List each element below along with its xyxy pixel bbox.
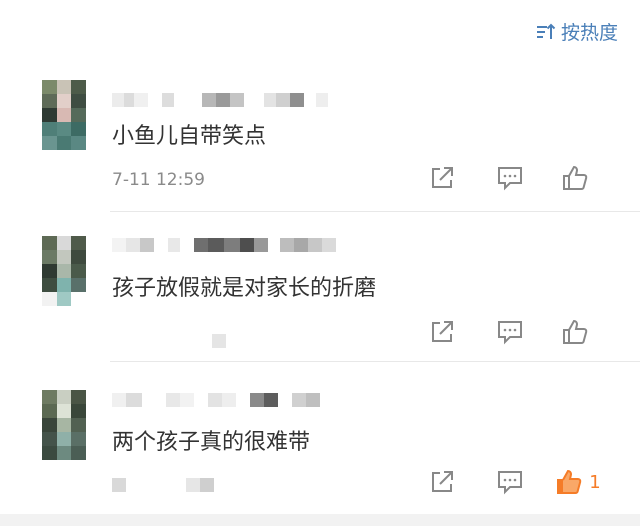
username-blurred[interactable]	[112, 393, 320, 407]
divider	[110, 361, 640, 362]
comment-actions	[408, 164, 612, 192]
comment-text: 两个孩子真的很难带	[112, 430, 311, 455]
share-button[interactable]	[408, 165, 476, 191]
comment-actions	[408, 318, 612, 346]
reply-icon	[498, 167, 522, 191]
share-icon	[432, 167, 453, 188]
sort-label: 按热度	[560, 22, 618, 44]
bottom-bar	[0, 514, 640, 526]
like-icon	[563, 319, 588, 344]
username-blurred[interactable]	[112, 93, 328, 107]
share-button[interactable]	[408, 469, 476, 495]
divider	[110, 211, 640, 212]
like-button[interactable]: 1	[544, 468, 612, 496]
like-button[interactable]	[544, 318, 612, 346]
avatar[interactable]	[42, 80, 86, 150]
reply-button[interactable]	[476, 165, 544, 191]
comment-time: 7-11 12:59	[112, 170, 205, 190]
reply-button[interactable]	[476, 469, 544, 495]
share-icon	[432, 471, 453, 492]
share-icon	[432, 321, 453, 342]
share-button[interactable]	[408, 319, 476, 345]
like-button[interactable]	[544, 164, 612, 192]
comment-text: 孩子放假就是对家长的折磨	[112, 276, 377, 301]
avatar[interactable]	[42, 390, 86, 460]
like-icon	[563, 165, 588, 190]
reply-icon	[498, 471, 522, 495]
username-blurred[interactable]	[112, 238, 336, 252]
comment-text: 小鱼儿自带笑点	[112, 124, 267, 149]
like-count: 1	[589, 471, 601, 493]
like-icon-active	[557, 469, 582, 494]
sort-by-hot-button[interactable]: 按热度	[535, 18, 618, 45]
avatar[interactable]	[42, 236, 86, 306]
time-blurred	[112, 478, 214, 492]
reply-icon	[498, 321, 522, 345]
sort-icon	[536, 23, 556, 39]
reply-button[interactable]	[476, 319, 544, 345]
time-blurred	[212, 334, 226, 348]
comment-actions: 1	[408, 468, 612, 496]
